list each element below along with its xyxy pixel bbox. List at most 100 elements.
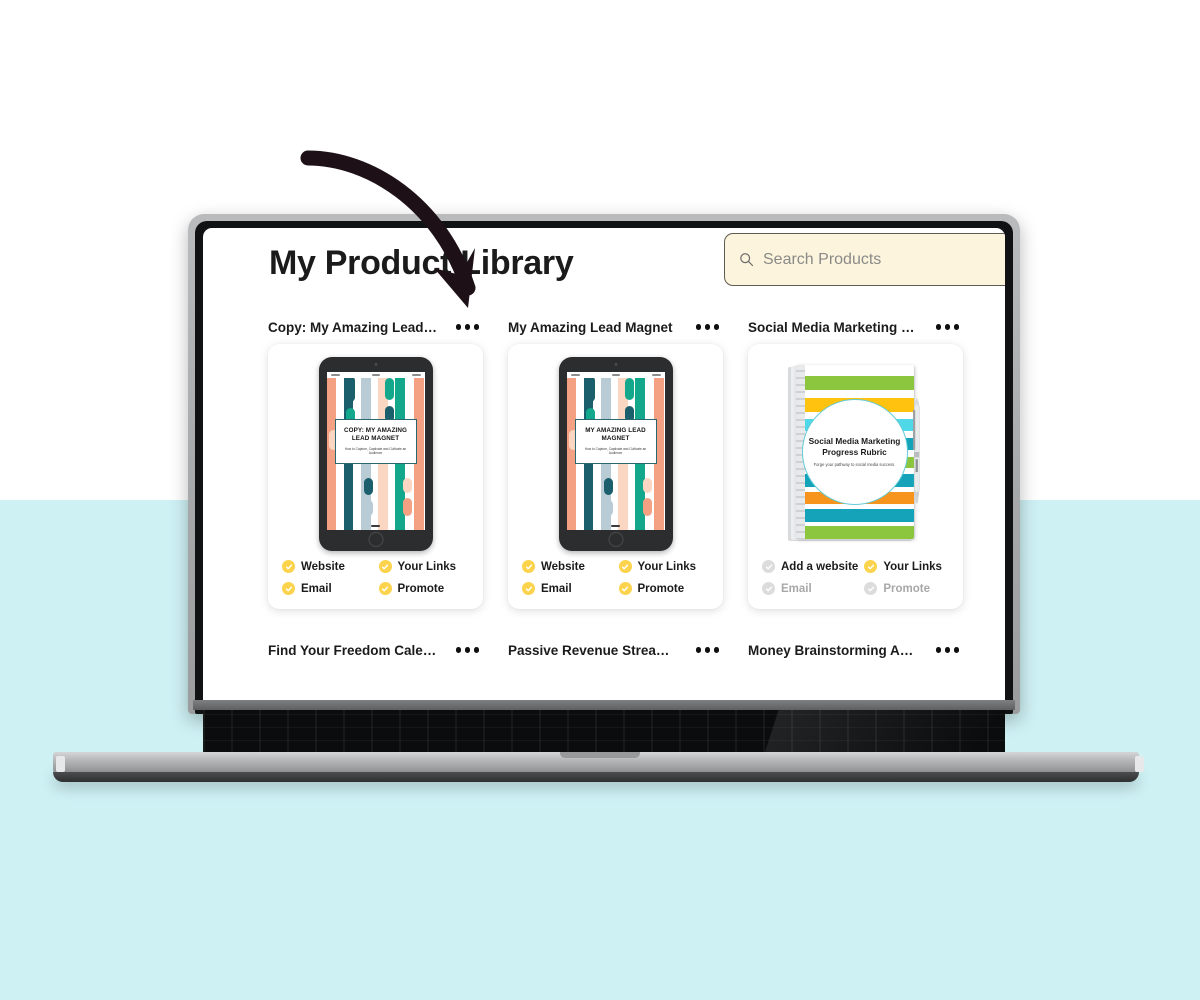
product-grid: Copy: My Amazing Lead M... COPY: MY AMAZ… (203, 314, 1005, 663)
status-item[interactable]: Promote (378, 582, 470, 595)
cover-title: Social Media Marketing Progress Rubric (808, 436, 901, 458)
product-cell: My Amazing Lead Magnet MY AMAZING LEAD M… (508, 314, 723, 609)
tablet-statusbar (326, 372, 425, 378)
page-title: My Product Library (269, 244, 574, 282)
tablet-home-button-icon (608, 532, 623, 547)
more-options-icon[interactable] (455, 324, 484, 330)
product-header: Money Brainstorming Age... (748, 637, 963, 663)
cover-blob (624, 378, 634, 400)
status-label: Promote (883, 582, 930, 595)
product-title: Money Brainstorming Age... (748, 642, 920, 658)
product-title: Find Your Freedom Calend... (268, 642, 440, 658)
product-title: Copy: My Amazing Lead M... (268, 319, 440, 335)
more-options-icon[interactable] (935, 647, 964, 653)
cover-text-panel: COPY: MY AMAZING LEAD MAGNET How to Capt… (334, 419, 417, 464)
status-item[interactable]: Email (762, 582, 858, 595)
product-card[interactable]: COPY: MY AMAZING LEAD MAGNET How to Capt… (268, 344, 483, 609)
search-icon (739, 252, 754, 267)
cover-blob (642, 498, 652, 516)
tablet-home-button-icon (368, 532, 383, 547)
status-item[interactable]: Email (522, 582, 613, 595)
product-cell: Find Your Freedom Calend... (268, 637, 483, 663)
product-card[interactable]: Social Media Marketing Progress Rubric F… (748, 344, 963, 609)
more-options-icon[interactable] (695, 324, 724, 330)
tablet-statusbar (566, 372, 665, 378)
laptop-hinge (193, 700, 1015, 710)
status-label: Email (541, 582, 572, 595)
status-item[interactable]: Website (282, 560, 373, 573)
status-label: Your Links (883, 560, 942, 573)
more-options-icon[interactable] (935, 324, 964, 330)
product-card[interactable]: MY AMAZING LEAD MAGNET How to Capture, C… (508, 344, 723, 609)
product-row-bottom: Find Your Freedom Calend... Passive Reve… (203, 637, 1005, 663)
check-icon (378, 582, 392, 595)
cover-subtitle: How to Capture, Captivate and Cultivate … (344, 446, 407, 456)
status-label: Email (781, 582, 812, 595)
product-header: Copy: My Amazing Lead M... (268, 314, 483, 340)
check-icon (378, 560, 392, 573)
status-label: Promote (397, 582, 445, 595)
product-cell: Copy: My Amazing Lead M... COPY: MY AMAZ… (268, 314, 483, 609)
status-item[interactable]: Promote (864, 582, 949, 595)
more-options-icon[interactable] (455, 647, 484, 653)
laptop-base-foot (1135, 756, 1144, 772)
cover-blob (384, 378, 394, 400)
cover-blob (345, 376, 355, 402)
cover-text-panel: MY AMAZING LEAD MAGNET How to Capture, C… (574, 419, 657, 464)
more-options-icon[interactable] (695, 647, 724, 653)
notebook-mock: Social Media Marketing Progress Rubric F… (787, 365, 924, 543)
check-icon (864, 560, 878, 573)
laptop-trackpad-notch (560, 752, 640, 758)
product-header: Social Media Marketing Pr... (748, 314, 963, 340)
cover-blob (363, 478, 373, 495)
product-row-top: Copy: My Amazing Lead M... COPY: MY AMAZ… (203, 314, 1005, 609)
product-title: Passive Revenue Streams ... (508, 642, 680, 658)
status-item[interactable]: Add a website (762, 560, 858, 573)
laptop-base-foot (56, 756, 65, 772)
status-item[interactable]: Promote (618, 582, 710, 595)
cover-blob (603, 478, 613, 495)
laptop-base-front (53, 772, 1139, 782)
status-item[interactable]: Email (282, 582, 373, 595)
status-label: Your Links (637, 560, 697, 573)
check-icon (522, 582, 535, 595)
cover-blob (585, 376, 595, 402)
tablet-screen: COPY: MY AMAZING LEAD MAGNET How to Capt… (326, 372, 425, 530)
tablet-camera-icon (614, 363, 617, 366)
tablet-device-mock: COPY: MY AMAZING LEAD MAGNET How to Capt… (318, 357, 433, 551)
check-icon (762, 560, 775, 573)
status-label: Promote (637, 582, 685, 595)
check-icon (522, 560, 535, 573)
product-header: My Amazing Lead Magnet (508, 314, 723, 340)
cover-blob (642, 478, 652, 493)
product-status-list: Website Your Links Email Promote (508, 554, 723, 595)
product-thumbnail: Social Media Marketing Progress Rubric F… (748, 354, 963, 554)
tablet-camera-icon (374, 363, 377, 366)
status-item[interactable]: Website (522, 560, 613, 573)
laptop-screen: My Product Library Search Products Copy:… (203, 228, 1005, 707)
status-label: Your Links (397, 560, 457, 573)
notebook-cover: Social Media Marketing Progress Rubric F… (795, 365, 914, 539)
status-item[interactable]: Your Links (618, 560, 710, 573)
status-item[interactable]: Your Links (864, 560, 949, 573)
cover-blob (402, 478, 412, 493)
product-title: Social Media Marketing Pr... (748, 319, 920, 335)
check-icon (282, 560, 295, 573)
product-thumbnail: COPY: MY AMAZING LEAD MAGNET How to Capt… (268, 354, 483, 554)
cover-title: COPY: MY AMAZING LEAD MAGNET (343, 427, 408, 443)
laptop-mockup: My Product Library Search Products Copy:… (0, 0, 1200, 1000)
check-icon (618, 560, 632, 573)
product-library-app: My Product Library Search Products Copy:… (203, 228, 1005, 707)
search-products-field[interactable]: Search Products (724, 233, 1005, 286)
cover-blob (363, 500, 373, 516)
product-header: Find Your Freedom Calend... (268, 637, 483, 663)
status-item[interactable]: Your Links (378, 560, 470, 573)
cover-blob (402, 498, 412, 516)
product-cell: Passive Revenue Streams ... (508, 637, 723, 663)
cover-subtitle: How to Capture, Captivate and Cultivate … (584, 446, 647, 456)
cover-blob (603, 500, 613, 516)
cover-subtitle: Forge your pathway to social media succe… (813, 461, 896, 467)
check-icon (762, 582, 775, 595)
search-placeholder: Search Products (763, 250, 882, 268)
check-icon (864, 582, 878, 595)
